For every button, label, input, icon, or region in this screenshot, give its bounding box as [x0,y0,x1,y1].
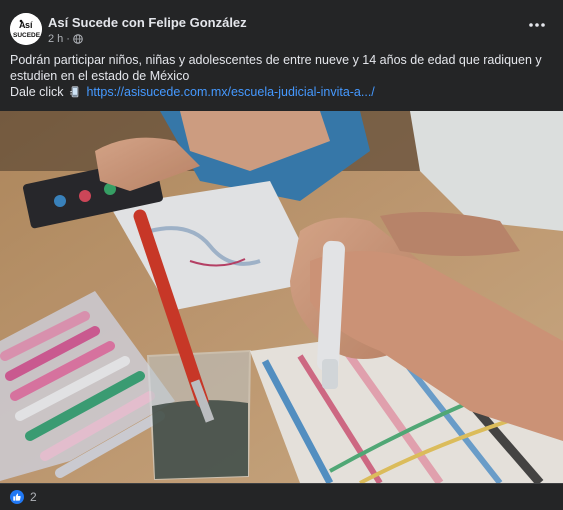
like-icon [10,490,24,504]
post-body: Podrán participar niños, niñas y adolesc… [10,52,551,100]
page-avatar[interactable]: A sí SUCEDE [10,13,42,45]
svg-text:sí: sí [25,20,33,30]
post-author[interactable]: Así Sucede con Felipe González [48,15,247,30]
post-meta: 2 h · [48,33,83,45]
post-header: A sí SUCEDE Así Sucede con Felipe Gonzál… [10,13,553,49]
reactions-bar[interactable]: 2 [10,488,37,506]
post-time[interactable]: 2 h [48,33,63,45]
avatar-logo: A sí SUCEDE [10,13,42,45]
facebook-post: A sí SUCEDE Así Sucede con Felipe Gonzál… [0,0,563,510]
cta-label: Dale click [10,85,64,99]
ellipsis-icon [529,23,545,27]
svg-text:SUCEDE: SUCEDE [13,32,41,39]
more-options-button[interactable] [527,19,547,35]
post-cta: Dale click https://asisucede.com.mx/escu… [10,84,551,100]
footer-divider [0,483,563,484]
phone-tap-icon [69,86,79,98]
reaction-count[interactable]: 2 [30,490,37,504]
meta-separator: · [66,33,70,45]
post-text: Podrán participar niños, niñas y adolesc… [10,53,542,83]
globe-icon [73,34,83,44]
post-photo[interactable] [0,111,563,483]
post-link[interactable]: https://asisucede.com.mx/escuela-judicia… [86,85,374,99]
photo-children-painting [0,111,563,483]
